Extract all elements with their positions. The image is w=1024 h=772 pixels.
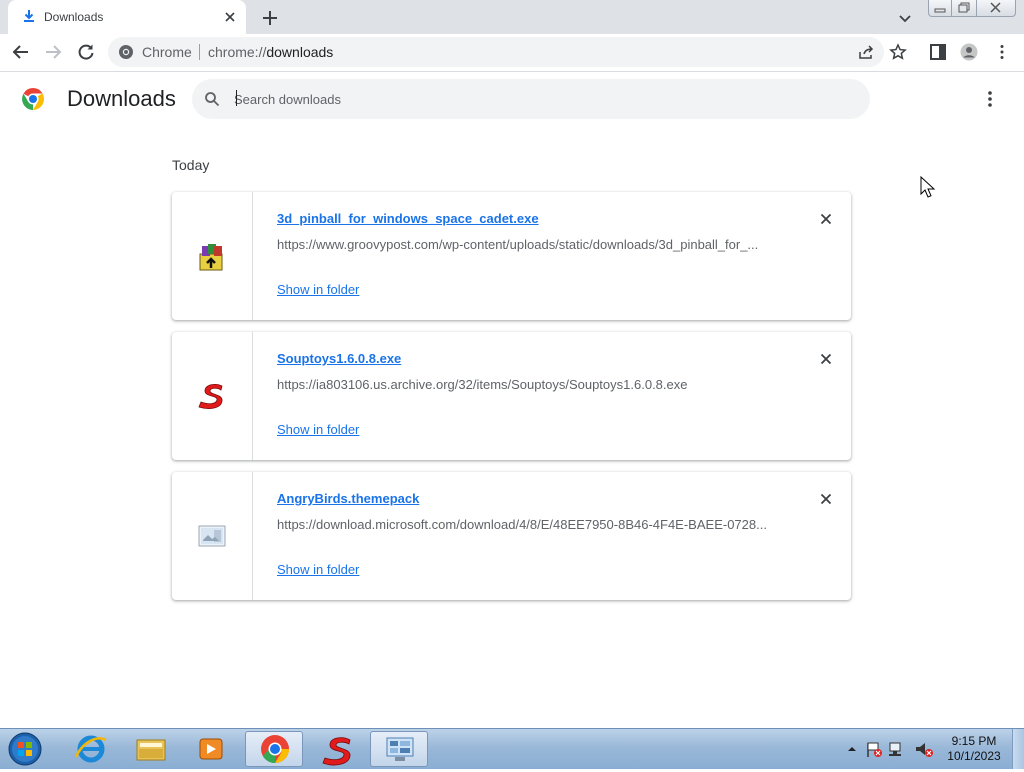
control-panel-icon bbox=[386, 737, 414, 761]
show-in-folder-link[interactable]: Show in folder bbox=[277, 282, 359, 297]
new-tab-icon[interactable] bbox=[260, 8, 280, 28]
maximize-button[interactable] bbox=[951, 0, 977, 17]
download-source-url: https://www.groovypost.com/wp-content/up… bbox=[277, 237, 759, 252]
taskbar-chrome[interactable] bbox=[245, 731, 303, 767]
address-url[interactable]: chrome://downloads bbox=[208, 44, 333, 60]
search-icon bbox=[205, 92, 220, 107]
file-icon-cell bbox=[172, 332, 253, 460]
profile-avatar-icon[interactable] bbox=[960, 43, 978, 61]
souptoys-icon bbox=[198, 384, 223, 409]
souptoys-taskbar-icon bbox=[322, 737, 351, 766]
media-player-icon bbox=[199, 738, 223, 760]
download-item: 3d_pinball_for_windows_space_cadet.exe h… bbox=[172, 192, 851, 320]
download-item: Souptoys1.6.0.8.exe https://ia803106.us.… bbox=[172, 332, 851, 460]
remove-download-icon[interactable] bbox=[818, 491, 834, 507]
taskbar-file-explorer[interactable] bbox=[122, 731, 180, 767]
show-desktop-button[interactable] bbox=[1012, 729, 1024, 769]
system-tray bbox=[848, 742, 933, 757]
internet-explorer-icon bbox=[74, 735, 107, 763]
reload-icon[interactable] bbox=[76, 42, 96, 62]
remove-download-icon[interactable] bbox=[818, 211, 834, 227]
download-source-url: https://download.microsoft.com/download/… bbox=[277, 517, 767, 532]
themepack-file-icon bbox=[198, 525, 226, 547]
chrome-site-icon bbox=[119, 45, 133, 59]
chrome-menu-icon[interactable] bbox=[993, 43, 1011, 61]
back-arrow-icon[interactable] bbox=[11, 42, 31, 62]
tab-close-icon[interactable] bbox=[222, 9, 238, 25]
remove-download-icon[interactable] bbox=[818, 351, 834, 367]
side-panel-icon[interactable] bbox=[929, 43, 947, 61]
share-icon[interactable] bbox=[858, 44, 874, 60]
network-icon[interactable] bbox=[889, 742, 901, 756]
chrome-logo-icon bbox=[22, 88, 44, 110]
address-separator bbox=[199, 44, 200, 60]
tab-downloads[interactable]: Downloads bbox=[8, 0, 246, 34]
page-title: Downloads bbox=[67, 86, 176, 111]
browser-toolbar: Chrome chrome://downloads bbox=[0, 34, 1024, 72]
download-icon bbox=[24, 10, 34, 22]
download-source-url: https://ia803106.us.archive.org/32/items… bbox=[277, 377, 688, 392]
tab-title: Downloads bbox=[44, 10, 104, 24]
volume-muted-icon[interactable] bbox=[916, 743, 933, 757]
windows-taskbar: 9:15 PM 10/1/2023 bbox=[0, 728, 1024, 769]
start-orb-icon[interactable] bbox=[6, 731, 44, 767]
address-bar[interactable]: Chrome chrome://downloads bbox=[108, 37, 884, 67]
search-downloads-box[interactable] bbox=[192, 79, 870, 119]
tab-search-chevron-icon[interactable] bbox=[896, 9, 914, 27]
file-icon-cell bbox=[172, 472, 253, 600]
restore-icon bbox=[958, 2, 970, 13]
file-icon-cell bbox=[172, 192, 253, 320]
url-path: downloads bbox=[266, 44, 334, 60]
clock-time: 9:15 PM bbox=[951, 734, 997, 748]
date-section-label: Today bbox=[172, 157, 210, 173]
file-explorer-icon bbox=[136, 739, 166, 761]
taskbar-control-panel[interactable] bbox=[370, 731, 428, 767]
download-item: AngryBirds.themepack https://download.mi… bbox=[172, 472, 851, 600]
show-hidden-icons-icon[interactable] bbox=[848, 747, 856, 751]
more-actions-icon[interactable] bbox=[980, 89, 1000, 109]
address-chip: Chrome bbox=[142, 44, 192, 60]
clock-date: 10/1/2023 bbox=[947, 749, 1001, 763]
taskbar-internet-explorer[interactable] bbox=[62, 731, 120, 767]
winrar-installer-icon bbox=[199, 244, 223, 271]
minimize-icon bbox=[934, 8, 946, 13]
minimize-button[interactable] bbox=[928, 0, 952, 17]
download-filename-link[interactable]: 3d_pinball_for_windows_space_cadet.exe bbox=[277, 211, 539, 226]
download-filename-link[interactable]: AngryBirds.themepack bbox=[277, 491, 419, 506]
close-icon bbox=[990, 2, 1001, 13]
tab-strip: Downloads bbox=[0, 0, 1024, 34]
url-scheme: chrome:// bbox=[208, 44, 267, 60]
taskbar-clock[interactable]: 9:15 PM 10/1/2023 bbox=[940, 734, 1008, 764]
close-window-button[interactable] bbox=[976, 0, 1016, 17]
text-caret bbox=[236, 90, 237, 106]
mouse-pointer-icon bbox=[920, 176, 936, 198]
action-center-flag-icon[interactable] bbox=[867, 742, 882, 757]
bookmark-star-icon[interactable] bbox=[889, 43, 907, 61]
search-input[interactable] bbox=[234, 89, 834, 109]
chrome-icon bbox=[261, 735, 289, 763]
taskbar-souptoys[interactable] bbox=[307, 731, 365, 767]
window-controls bbox=[928, 0, 1018, 18]
show-in-folder-link[interactable]: Show in folder bbox=[277, 562, 359, 577]
download-filename-link[interactable]: Souptoys1.6.0.8.exe bbox=[277, 351, 401, 366]
show-in-folder-link[interactable]: Show in folder bbox=[277, 422, 359, 437]
forward-arrow-icon[interactable] bbox=[43, 42, 63, 62]
taskbar-media-player[interactable] bbox=[182, 731, 240, 767]
